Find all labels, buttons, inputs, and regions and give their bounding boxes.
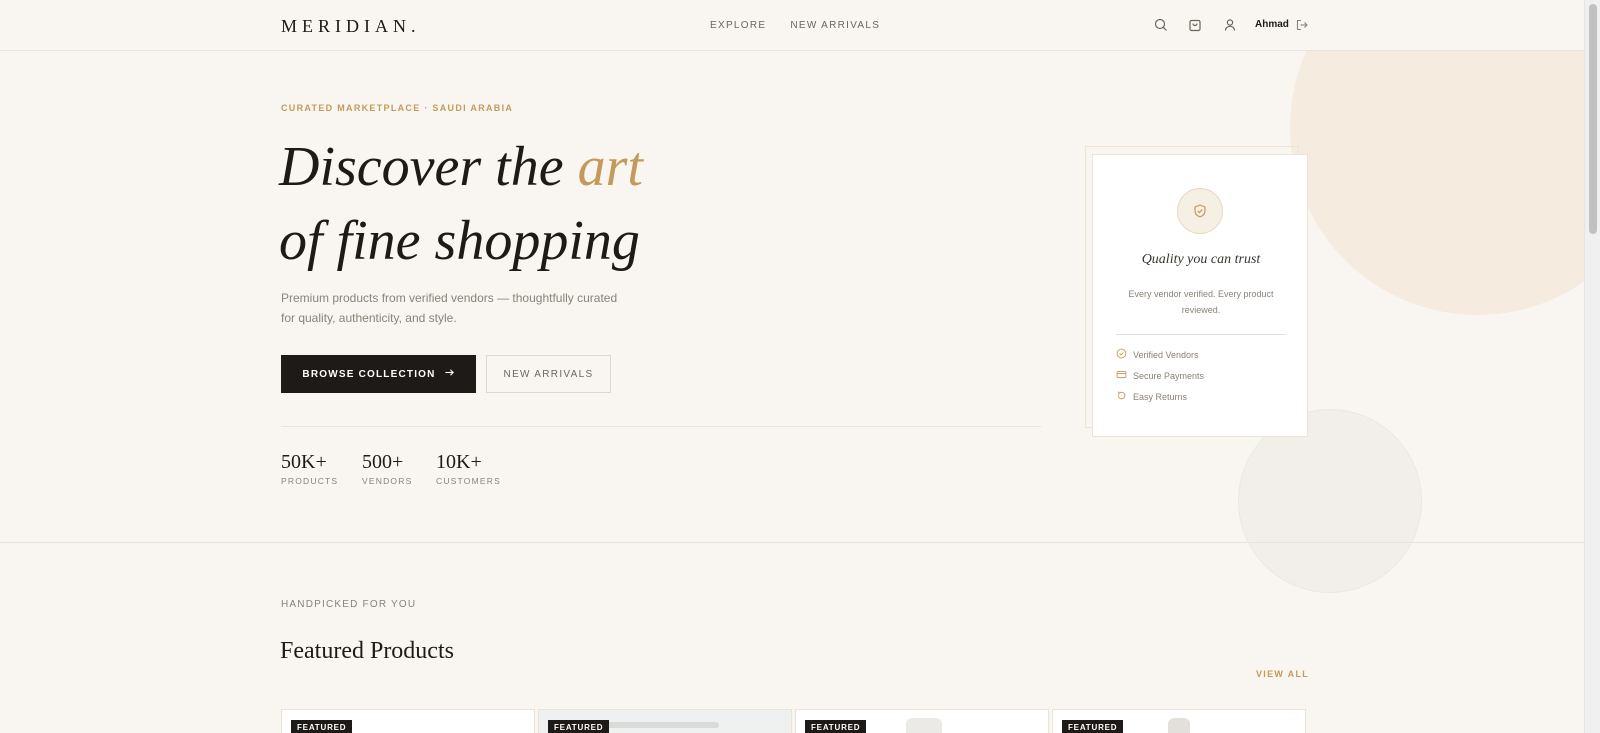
section-divider [0, 542, 1584, 543]
main-nav: EXPLORE NEW ARRIVALS [710, 20, 880, 31]
stat-label: VENDORS [362, 476, 413, 486]
featured-badge: FEATURED [291, 720, 353, 733]
featured-products-grid: FEATURED FEATURED FEATURED FEATURED [281, 709, 1308, 733]
stat-label: PRODUCTS [281, 476, 339, 486]
page-viewport: MERIDIAN. EXPLORE NEW ARRIVALS Ahmad CUR… [0, 0, 1584, 733]
hero-divider [281, 426, 1041, 427]
stat-products: 50K+ PRODUCTS [281, 450, 338, 486]
stat-value: 50K+ [281, 451, 327, 473]
product-image [1168, 718, 1190, 733]
feature-label: Secure Payments [1133, 370, 1205, 381]
product-image [599, 722, 719, 728]
return-arrow-icon [1116, 390, 1127, 403]
featured-badge: FEATURED [548, 720, 610, 733]
trust-card-description: Every vendor verified. Every product rev… [1128, 289, 1274, 315]
nav-new-arrivals[interactable]: NEW ARRIVALS [790, 20, 880, 31]
hero-title-prefix: Discover the [279, 136, 578, 198]
browse-collection-label: BROWSE COLLECTION [302, 368, 436, 380]
featured-badge: FEATURED [805, 720, 867, 733]
hero-title-accent: art [577, 136, 643, 198]
stat-customers: 10K+ CUSTOMERS [436, 450, 501, 486]
feature-verified-vendors: Verified Vendors [1116, 348, 1199, 361]
feature-easy-returns: Easy Returns [1116, 390, 1187, 403]
featured-badge: FEATURED [1062, 720, 1124, 733]
site-header: MERIDIAN. EXPLORE NEW ARRIVALS Ahmad [0, 0, 1584, 51]
feature-label: Easy Returns [1133, 391, 1188, 402]
check-circle-icon [1116, 348, 1127, 361]
stat-value: 500+ [362, 451, 404, 473]
product-card[interactable]: FEATURED [538, 709, 792, 733]
hero-eyebrow: CURATED MARKETPLACE · SAUDI ARABIA [281, 103, 514, 113]
page-scrollbar[interactable] [1584, 0, 1600, 733]
product-card[interactable]: FEATURED [795, 709, 1049, 733]
stat-label: CUSTOMERS [436, 476, 501, 486]
feature-secure-payments: Secure Payments [1116, 369, 1204, 382]
stat-vendors: 500+ VENDORS [362, 450, 412, 486]
browse-collection-button[interactable]: BROWSE COLLECTION [281, 355, 476, 393]
stat-value: 10K+ [436, 451, 482, 473]
search-icon[interactable] [1153, 17, 1169, 33]
product-image [906, 718, 942, 733]
feature-label: Verified Vendors [1133, 349, 1199, 360]
new-arrivals-button[interactable]: NEW ARRIVALS [486, 355, 611, 393]
user-icon[interactable] [1222, 17, 1238, 33]
trust-card: Quality you can trust Every vendor verif… [1092, 154, 1308, 437]
view-all-link[interactable]: VIEW ALL [1256, 669, 1309, 679]
featured-eyebrow: HANDPICKED FOR YOU [281, 599, 417, 610]
hero-title: Discover the art of fine shopping [279, 130, 643, 278]
credit-card-icon [1116, 369, 1127, 382]
shield-check-icon [1177, 188, 1223, 234]
hero-subtitle: Premium products from verified vendors —… [281, 291, 618, 325]
logout-icon[interactable] [1294, 17, 1310, 33]
user-name[interactable]: Ahmad [1255, 19, 1289, 30]
product-card[interactable]: FEATURED [281, 709, 535, 733]
site-logo[interactable]: MERIDIAN. [281, 16, 421, 37]
scrollbar-thumb[interactable] [1589, 4, 1597, 234]
product-card[interactable]: FEATURED [1052, 709, 1306, 733]
trust-card-title: Quality you can trust [1141, 252, 1261, 267]
arrow-right-icon [444, 367, 455, 381]
trust-card-divider [1116, 334, 1286, 335]
featured-title: Featured Products [280, 638, 454, 664]
hero-title-line2: of fine shopping [279, 210, 640, 272]
nav-explore[interactable]: EXPLORE [710, 20, 766, 31]
bag-icon[interactable] [1187, 17, 1203, 33]
